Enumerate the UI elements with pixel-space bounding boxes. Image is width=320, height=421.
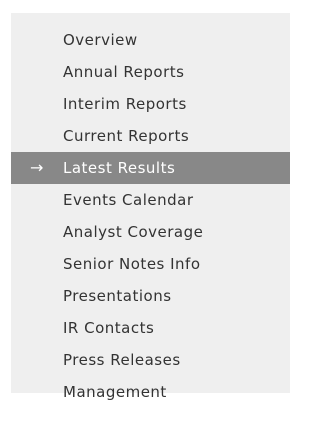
nav-item-latest-results[interactable]: → Latest Results <box>11 152 290 184</box>
nav-item-label: Analyst Coverage <box>63 223 204 241</box>
nav-item-label: Current Reports <box>63 127 190 145</box>
nav-item-label: Events Calendar <box>63 191 194 209</box>
nav-item-management[interactable]: → Management <box>11 376 290 408</box>
arrow-right-icon: → <box>30 158 44 177</box>
nav-item-current-reports[interactable]: → Current Reports <box>11 120 290 152</box>
nav-item-presentations[interactable]: → Presentations <box>11 280 290 312</box>
nav-item-label: Annual Reports <box>63 63 185 81</box>
nav-item-label: Press Releases <box>63 351 181 369</box>
nav-item-label: IR Contacts <box>63 319 155 337</box>
nav-item-senior-notes-info[interactable]: → Senior Notes Info <box>11 248 290 280</box>
ir-side-navigation: → Overview → Annual Reports → Interim Re… <box>11 13 290 401</box>
nav-item-overview[interactable]: → Overview <box>11 24 290 56</box>
nav-item-label: Latest Results <box>63 159 176 177</box>
nav-item-label: Presentations <box>63 287 172 305</box>
nav-list: → Overview → Annual Reports → Interim Re… <box>11 13 290 408</box>
nav-item-events-calendar[interactable]: → Events Calendar <box>11 184 290 216</box>
nav-item-label: Interim Reports <box>63 95 187 113</box>
nav-item-label: Management <box>63 383 167 401</box>
nav-item-label: Overview <box>63 31 138 49</box>
nav-item-label: Senior Notes Info <box>63 255 201 273</box>
nav-item-annual-reports[interactable]: → Annual Reports <box>11 56 290 88</box>
nav-item-analyst-coverage[interactable]: → Analyst Coverage <box>11 216 290 248</box>
nav-item-press-releases[interactable]: → Press Releases <box>11 344 290 376</box>
nav-item-interim-reports[interactable]: → Interim Reports <box>11 88 290 120</box>
nav-item-ir-contacts[interactable]: → IR Contacts <box>11 312 290 344</box>
